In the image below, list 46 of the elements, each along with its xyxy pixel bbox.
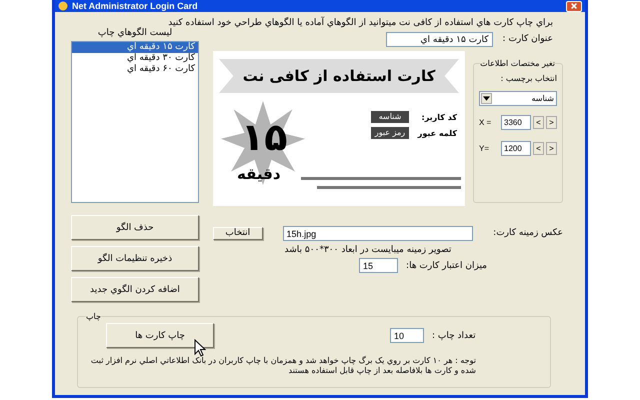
template-button[interactable]: اضافه کردن الگوي جدید [71, 277, 199, 302]
template-item[interactable]: کارت ۶۰ دقیقه اي [72, 64, 198, 75]
validity-label: میزان اعتبار کارت ها: [406, 260, 487, 270]
field-tag: شناسه [371, 111, 409, 123]
card-banner-heading: کارت استفاده از کافی نت [219, 59, 459, 93]
template-item[interactable]: کارت ۳۰ دقیقه اي [72, 53, 198, 64]
validity-field[interactable]: 15 [359, 258, 398, 273]
decrease-button[interactable]: < [533, 116, 544, 129]
print-legend: چاپ [86, 312, 101, 321]
field-label: کد کاربر: [420, 112, 457, 122]
coordinates-legend: تغیر مختصات اطلاعات [480, 59, 555, 68]
background-hint: تصویر زمینه میبایست در ابعاد ۳۰۰*۵۰۰ باشد [284, 244, 452, 256]
increase-button[interactable]: > [546, 116, 557, 129]
axis-label: Y= [479, 144, 490, 153]
dropdown-arrow-icon[interactable] [481, 93, 492, 104]
field-label: کلمه عبور [417, 128, 457, 138]
coordinate-field[interactable]: 3360 [501, 115, 531, 130]
minutes-unit: دقیقه [237, 165, 281, 183]
print-note: توجه : هر ۱۰ کارت بر روي یک برگ چاپ خواهد شد و همزمان با چاپ کاربران در بانک اطلاعاتي اصلي نرم افزار ثبت شده و کارت ها بلافاصله بعد از چاپ قابل استفاده هستند [90, 356, 476, 376]
print-cards-button[interactable]: چاپ کارت ها [106, 323, 214, 348]
coordinate-field[interactable]: 1200 [501, 141, 531, 156]
field-tag: رمز عبور [371, 127, 409, 139]
browse-button[interactable]: انتخاب [213, 226, 263, 240]
window-title: Net Administrator Login Card [72, 0, 199, 12]
label-select-caption: انتخاب برچسب : [500, 74, 557, 83]
card-title-field[interactable]: کارت ۱۵ دقیقه اي [386, 32, 493, 46]
close-icon[interactable] [570, 2, 578, 10]
background-file-field[interactable]: 15h.jpg [282, 226, 474, 240]
axis-label: X = [479, 118, 492, 127]
template-button[interactable]: حذف الگو [71, 215, 199, 240]
card-title-label: عنوان کارت : [502, 34, 553, 44]
decrease-button[interactable]: < [533, 142, 544, 155]
app-icon [58, 1, 68, 11]
list-heading: لیست الگوهاي چاپ [96, 27, 174, 39]
template-item[interactable]: کارت ۱۵ دقیقه اي [72, 42, 198, 53]
background-label: عکس زمینه کارت: [493, 228, 563, 238]
template-list[interactable]: کارت ۱۵ دقیقه اي کارت ۳۰ دقیقه اي کارت ۶۰ دقیقه اي [71, 41, 199, 203]
mouse-pointer-icon [194, 339, 206, 357]
minutes-number: ۱۵ [241, 115, 288, 159]
close-button[interactable] [566, 0, 582, 12]
increase-button[interactable]: > [546, 142, 557, 155]
print-count-label: تعداد چاپ : [432, 330, 476, 340]
template-button[interactable]: ذخیره تنظیمات الگو [71, 246, 199, 271]
intro-text: براي چاپ کارت هاي استفاده از کافی نت میتوانید از الگوهاي آماده یا الگوهاي طراحي خود استفاده کنيد [167, 16, 554, 28]
print-count-field[interactable]: 10 [390, 328, 424, 343]
label-dropdown[interactable]: شناسه [479, 91, 557, 106]
